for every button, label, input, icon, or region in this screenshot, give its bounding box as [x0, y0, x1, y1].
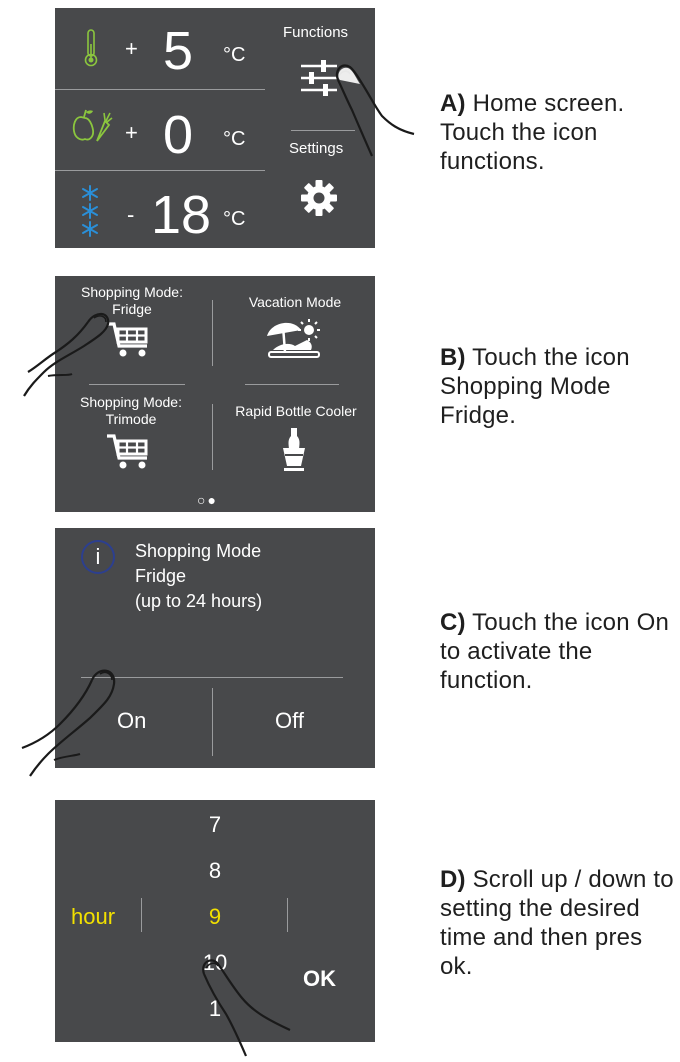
step-c-text: Touch the icon On to activate the functi…: [440, 609, 670, 694]
step-b-label: B): [440, 344, 466, 371]
hour-option[interactable]: 1: [195, 996, 235, 1022]
fridge-temp-value: 5: [163, 21, 194, 81]
shopping-cart-icon: [107, 434, 148, 469]
freezer-temp-sign: -: [127, 202, 135, 227]
step-d-caption: D) Scroll up / down to setting the desir…: [440, 865, 676, 981]
page-dot[interactable]: ○: [197, 492, 207, 508]
tile-label: Shopping Mode: Trimode: [80, 394, 182, 427]
step-a-label: A): [440, 90, 466, 117]
info-letter: i: [95, 544, 101, 569]
tile-shopping-trimode[interactable]: [105, 432, 155, 472]
message-line: Shopping Mode: [135, 541, 262, 561]
thermometer-icon: [81, 28, 101, 68]
step-a-text: Home screen. Touch the icon functions.: [440, 90, 625, 175]
page-dot-active[interactable]: ●: [207, 492, 217, 508]
divider: [141, 898, 142, 932]
divider: [245, 384, 339, 385]
step-a-caption: A) Home screen. Touch the icon functions…: [440, 89, 676, 176]
time-picker-screen: hour 7 8 9 10 1 OK: [55, 800, 375, 1042]
fresh-temp-value: 0: [163, 105, 194, 165]
step-c-label: C): [440, 609, 466, 636]
hour-option[interactable]: 7: [195, 812, 235, 838]
fridge-temp-unit: °C: [223, 44, 246, 66]
functions-label: Functions: [283, 24, 349, 41]
divider: [55, 170, 265, 171]
divider: [81, 677, 343, 678]
message-line: (up to 24 hours): [135, 591, 263, 611]
home-screen: + 5 °C + 0 °C - 18 °C Functions Settings: [55, 8, 375, 248]
divider: [89, 384, 185, 385]
hour-label: hour: [71, 904, 116, 929]
freezer-temp-unit: °C: [223, 208, 246, 230]
message-line: Fridge: [135, 566, 187, 586]
bottle-cooler-icon: [283, 428, 305, 471]
settings-label: Settings: [289, 140, 344, 157]
freezer-temp-value: 18: [151, 185, 212, 245]
functions-button[interactable]: [295, 56, 343, 100]
fresh-temp-unit: °C: [223, 128, 246, 150]
off-button[interactable]: Off: [275, 708, 304, 734]
on-button[interactable]: On: [117, 708, 146, 734]
hour-option-selected[interactable]: 9: [195, 904, 235, 930]
tile-label: Shopping Mode: Fridge: [81, 284, 183, 317]
divider: [291, 130, 355, 131]
sliders-icon: [301, 60, 337, 96]
divider: [55, 89, 265, 90]
functions-screen: Shopping Mode: Fridge Vacation Mode Shop…: [55, 276, 375, 512]
snowflake-icon: [79, 184, 101, 238]
step-b-text: Touch the icon Shopping Mode Fridge.: [440, 344, 630, 429]
divider: [212, 404, 213, 470]
step-d-label: D): [440, 866, 466, 893]
step-b-caption: B) Touch the icon Shopping Mode Fridge.: [440, 343, 676, 430]
step-d-text: Scroll up / down to setting the desired …: [440, 866, 674, 980]
fresh-temp-sign: +: [125, 120, 138, 145]
ok-button[interactable]: OK: [303, 966, 336, 992]
tile-bottle-cooler[interactable]: [279, 426, 309, 472]
divider: [212, 688, 213, 756]
hour-option[interactable]: 8: [195, 858, 235, 884]
divider: [212, 300, 213, 366]
fruit-vegetable-icon: [69, 107, 113, 143]
confirm-screen: i Shopping Mode Fridge (up to 24 hours) …: [55, 528, 375, 768]
hour-option[interactable]: 10: [195, 950, 235, 976]
tile-label: Rapid Bottle Cooler: [235, 403, 357, 419]
tile-label: Vacation Mode: [248, 294, 342, 310]
page-indicator: ○●: [197, 492, 218, 508]
fridge-temp-sign: +: [125, 36, 138, 61]
info-icon: i: [81, 540, 115, 574]
step-c-caption: C) Touch the icon On to activate the fun…: [440, 608, 676, 695]
tile-vacation[interactable]: [263, 316, 325, 362]
vacation-icon: [267, 319, 320, 358]
divider: [287, 898, 288, 932]
shopping-cart-icon: [107, 322, 148, 357]
tile-shopping-fridge[interactable]: [105, 320, 155, 360]
gear-icon: [301, 180, 337, 216]
settings-button[interactable]: [299, 178, 339, 218]
